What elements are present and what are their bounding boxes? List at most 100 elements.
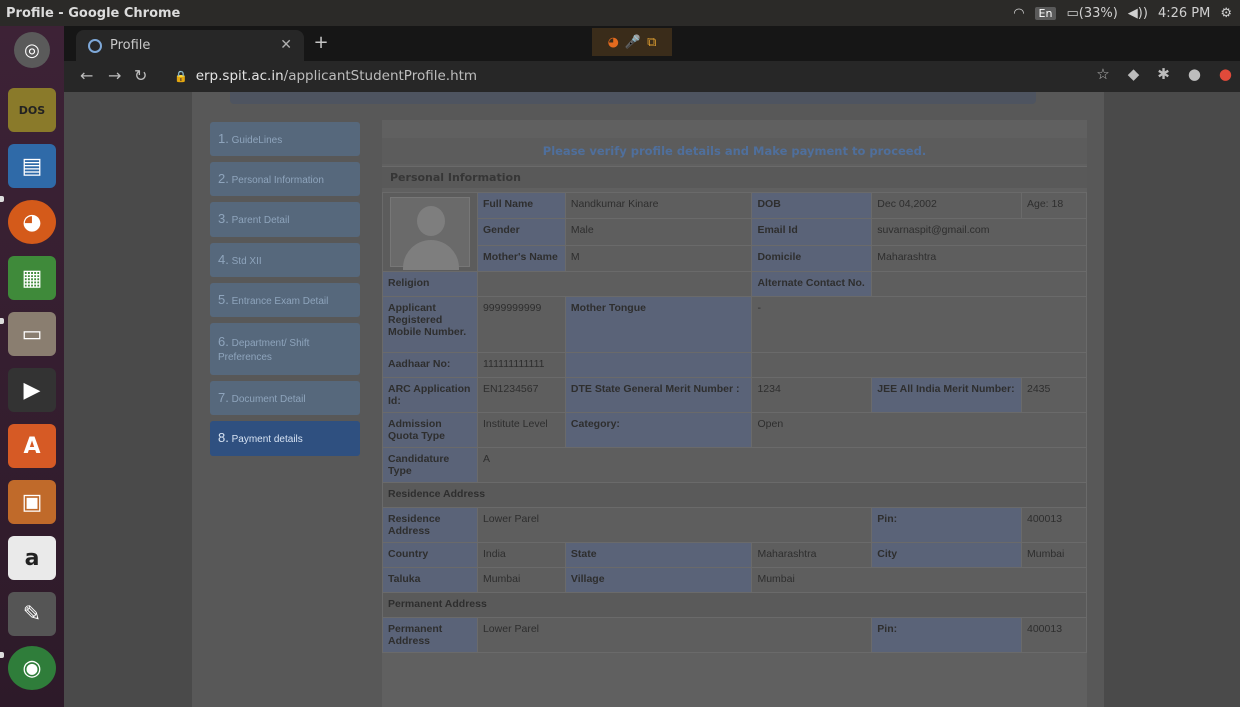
favicon-icon xyxy=(88,38,102,53)
step-guidelines[interactable]: 1. GuideLines xyxy=(210,122,360,157)
table-row: Permanent Address Lower Parel Pin: 40001… xyxy=(382,617,1087,653)
keyboard-language-indicator[interactable]: En xyxy=(1034,6,1057,20)
extension-icon[interactable]: ◆ xyxy=(1128,65,1140,83)
candidature-label: Candidature Type xyxy=(382,447,478,483)
step-department-preferences[interactable]: 6. Department/ Shift Preferences xyxy=(210,322,360,376)
address-bar[interactable]: 🔒 erp.spit.ac.in/applicantStudentProfile… xyxy=(174,65,1074,87)
wifi-icon[interactable]: ◠ xyxy=(1013,6,1024,21)
files-icon[interactable]: ▭ xyxy=(8,312,56,356)
ubuntu-icon[interactable]: ◎ xyxy=(14,32,50,68)
step-label: Personal Information xyxy=(231,175,324,187)
profile-table: Full Name Nandkumar Kinare DOB Dec 04,20… xyxy=(382,191,1088,653)
step-parent-detail[interactable]: 3. Parent Detail xyxy=(210,202,360,237)
bookmark-star-icon[interactable]: ☆ xyxy=(1096,65,1109,83)
alt-contact-value xyxy=(871,271,1087,297)
url-path: /applicantStudentProfile.htm xyxy=(283,68,478,84)
battery-indicator[interactable]: ▭(33%) xyxy=(1066,6,1117,21)
permanent-pin-value: 400013 xyxy=(1021,617,1087,653)
quota-label: Admission Quota Type xyxy=(382,412,478,448)
microphone-icon[interactable]: 🎤 xyxy=(625,35,641,50)
lock-icon[interactable]: 🔒 xyxy=(174,70,188,83)
back-icon[interactable]: ← xyxy=(80,66,93,85)
country-value: India xyxy=(476,542,566,568)
step-document-detail[interactable]: 7. Document Detail xyxy=(210,381,360,416)
arc-label: ARC Application Id: xyxy=(382,377,478,413)
table-row: Residence Address xyxy=(382,482,1087,508)
impress-icon[interactable]: ▣ xyxy=(8,480,56,524)
table-row: Taluka Mumbai Village Mumbai xyxy=(382,567,1087,593)
quota-value: Institute Level xyxy=(476,412,566,448)
toolbar-icons: ☆ ◆ ✱ ● ● xyxy=(1096,65,1232,83)
photo-cell xyxy=(382,192,478,272)
calc-icon[interactable]: ▦ xyxy=(8,256,56,300)
aadhaar-label: Aadhaar No: xyxy=(382,352,478,378)
puzzle-icon[interactable]: ✱ xyxy=(1157,65,1170,83)
new-tab-button[interactable]: + xyxy=(310,32,332,54)
reload-icon[interactable]: ↻ xyxy=(134,66,147,85)
gender-label: Gender xyxy=(476,218,566,246)
firefox-ext-icon[interactable]: ◕ xyxy=(608,35,619,50)
residence-pin-label: Pin: xyxy=(871,507,1022,543)
window-switch-icon[interactable]: ⧉ xyxy=(647,35,656,50)
step-entrance-exam[interactable]: 5. Entrance Exam Detail xyxy=(210,282,360,317)
step-label: Payment details xyxy=(231,434,303,446)
step-navigation: 1. GuideLines 2. Personal Information 3.… xyxy=(210,122,360,462)
dte-merit-value: 1234 xyxy=(751,377,873,413)
dosbox-icon[interactable]: DOS xyxy=(8,88,56,132)
window-title: Profile - Google Chrome xyxy=(6,5,181,21)
firefox-icon[interactable]: ◕ xyxy=(8,200,56,244)
power-gear-icon[interactable]: ⚙ xyxy=(1220,6,1232,21)
step-payment-details[interactable]: 8. Payment details xyxy=(210,421,360,456)
alt-contact-label: Alternate Contact No. xyxy=(751,271,873,297)
clock[interactable]: 4:26 PM xyxy=(1158,6,1210,21)
header-banner xyxy=(230,92,1036,104)
taluka-value: Mumbai xyxy=(476,567,566,593)
personal-info-header: Personal Information xyxy=(382,166,1087,188)
url-domain: erp.spit.ac.in xyxy=(195,68,284,84)
step-number: 6. xyxy=(218,333,229,349)
chrome-icon[interactable]: ◉ xyxy=(8,646,56,690)
software-center-icon[interactable]: A xyxy=(8,424,56,468)
dte-merit-label: DTE State General Merit Number : xyxy=(564,377,753,413)
permanent-pin-label: Pin: xyxy=(871,617,1022,653)
step-personal-information[interactable]: 2. Personal Information xyxy=(210,162,360,197)
writer-icon[interactable]: ▤ xyxy=(8,144,56,188)
table-row: Mother's Name M Domicile Maharashtra xyxy=(383,244,1087,273)
table-row: Admission Quota Type Institute Level Cat… xyxy=(382,412,1087,448)
aadhaar-value: 111111111111 xyxy=(476,352,566,378)
step-number: 3. xyxy=(218,211,229,227)
mother-tongue-value: - xyxy=(751,296,1087,353)
village-value: Mumbai xyxy=(751,567,1087,593)
page-container: 1. GuideLines 2. Personal Information 3.… xyxy=(192,92,1104,707)
step-number: 7. xyxy=(218,390,229,406)
tab-profile[interactable]: Profile ✕ xyxy=(76,30,304,61)
close-tab-icon[interactable]: ✕ xyxy=(280,37,292,53)
step-number: 2. xyxy=(218,171,229,187)
table-row: Full Name Nandkumar Kinare DOB Dec 04,20… xyxy=(382,191,1087,272)
permanent-address-header: Permanent Address xyxy=(382,592,1087,618)
mother-name-label: Mother's Name xyxy=(476,244,566,273)
religion-value xyxy=(476,271,753,297)
amazon-icon[interactable]: a xyxy=(8,536,56,580)
account-icon[interactable]: ● xyxy=(1188,65,1201,83)
jee-merit-label: JEE All India Merit Number: xyxy=(871,377,1022,413)
launcher: ◎ DOS ▤ ◕ ▦ ▭ ▶ A ▣ a ✎ ◉ xyxy=(0,26,64,707)
video-editor-icon[interactable]: ▶ xyxy=(8,368,56,412)
arc-value: EN1234567 xyxy=(476,377,566,413)
chrome-window: Profile ✕ + ◕ 🎤 ⧉ ← → ↻ 🔒 erp.spit.ac.in… xyxy=(64,26,1240,707)
state-value: Maharashtra xyxy=(751,542,873,568)
opera-icon[interactable]: ● xyxy=(1219,65,1232,83)
forward-icon[interactable]: → xyxy=(108,66,121,85)
table-row: Permanent Address xyxy=(382,592,1087,618)
full-name-value: Nandkumar Kinare xyxy=(564,191,753,220)
step-number: 5. xyxy=(218,291,229,307)
mobile-label: Applicant Registered Mobile Number. xyxy=(382,296,478,353)
step-std-xii[interactable]: 4. Std XII xyxy=(210,242,360,277)
village-label: Village xyxy=(564,567,753,593)
volume-icon[interactable]: ◀)) xyxy=(1128,6,1148,21)
dob-value: Dec 04,2002 xyxy=(871,191,1022,220)
mother-name-value: M xyxy=(564,244,753,273)
email-label: Email Id xyxy=(751,218,873,246)
aadhaar-spacer xyxy=(751,352,1087,378)
settings-icon[interactable]: ✎ xyxy=(8,592,56,636)
